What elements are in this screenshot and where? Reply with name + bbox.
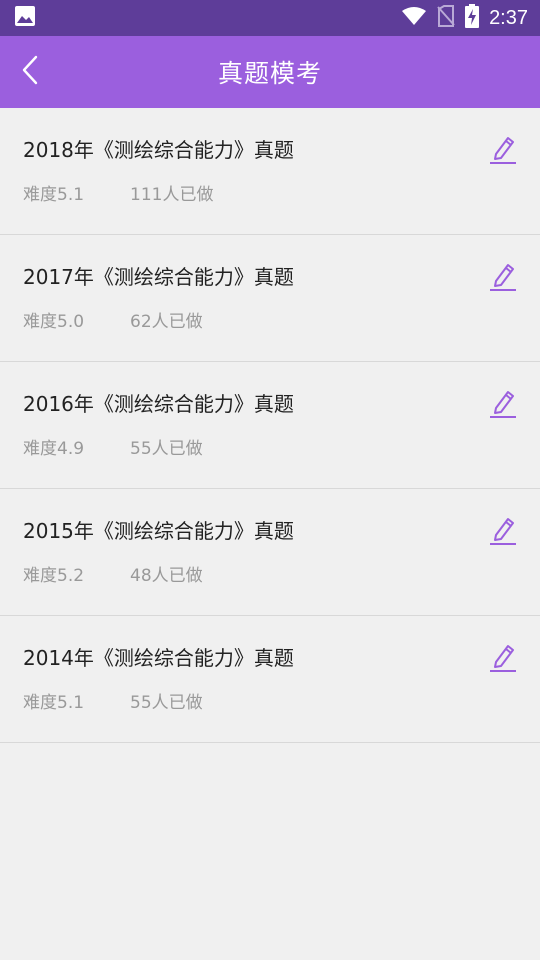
no-sim-icon (437, 5, 455, 31)
exam-list-item[interactable]: 2015年《测绘综合能力》真题 难度5.2 48人已做 (0, 489, 540, 616)
exam-list: 2018年《测绘综合能力》真题 难度5.1 111人已做 2017年《测绘综合能… (0, 108, 540, 743)
exam-difficulty: 难度5.1 (23, 693, 85, 713)
exam-participants: 62人已做 (130, 312, 203, 332)
exam-list-item[interactable]: 2017年《测绘综合能力》真题 难度5.0 62人已做 (0, 235, 540, 362)
edit-button[interactable] (488, 261, 518, 295)
exam-difficulty: 难度4.9 (23, 439, 85, 459)
exam-title: 2018年《测绘综合能力》真题 (23, 138, 294, 162)
exam-list-item[interactable]: 2016年《测绘综合能力》真题 难度4.9 55人已做 (0, 362, 540, 489)
status-bar: 2:37 (0, 0, 540, 36)
exam-meta: 难度5.1 55人已做 (23, 688, 203, 713)
edit-button[interactable] (488, 134, 518, 168)
app-bar: 真题模考 (0, 36, 540, 108)
status-time: 2:37 (489, 6, 528, 29)
pencil-icon (489, 134, 517, 168)
exam-meta: 难度5.1 111人已做 (23, 180, 213, 205)
exam-participants: 111人已做 (130, 185, 214, 205)
pencil-icon (489, 261, 517, 295)
back-button[interactable] (12, 36, 48, 108)
edit-button[interactable] (488, 388, 518, 422)
exam-participants: 55人已做 (130, 439, 203, 459)
exam-list-item[interactable]: 2014年《测绘综合能力》真题 难度5.1 55人已做 (0, 616, 540, 743)
exam-difficulty: 难度5.0 (23, 312, 85, 332)
exam-participants: 48人已做 (130, 566, 203, 586)
pencil-icon (489, 642, 517, 676)
wifi-icon (401, 6, 427, 30)
exam-meta: 难度5.0 62人已做 (23, 307, 203, 332)
image-icon (14, 5, 36, 31)
battery-charging-icon (465, 4, 480, 32)
page-title: 真题模考 (217, 59, 322, 88)
exam-title: 2015年《测绘综合能力》真题 (23, 519, 294, 543)
back-arrow-icon (21, 55, 39, 89)
exam-title: 2014年《测绘综合能力》真题 (23, 646, 294, 670)
exam-title: 2017年《测绘综合能力》真题 (23, 265, 294, 289)
edit-button[interactable] (488, 515, 518, 549)
exam-participants: 55人已做 (130, 693, 203, 713)
exam-difficulty: 难度5.2 (23, 566, 85, 586)
exam-meta: 难度5.2 48人已做 (23, 561, 203, 586)
pencil-icon (489, 388, 517, 422)
pencil-icon (489, 515, 517, 549)
exam-title: 2016年《测绘综合能力》真题 (23, 392, 294, 416)
exam-list-item[interactable]: 2018年《测绘综合能力》真题 难度5.1 111人已做 (0, 108, 540, 235)
edit-button[interactable] (488, 642, 518, 676)
exam-meta: 难度4.9 55人已做 (23, 434, 203, 459)
exam-difficulty: 难度5.1 (23, 185, 85, 205)
